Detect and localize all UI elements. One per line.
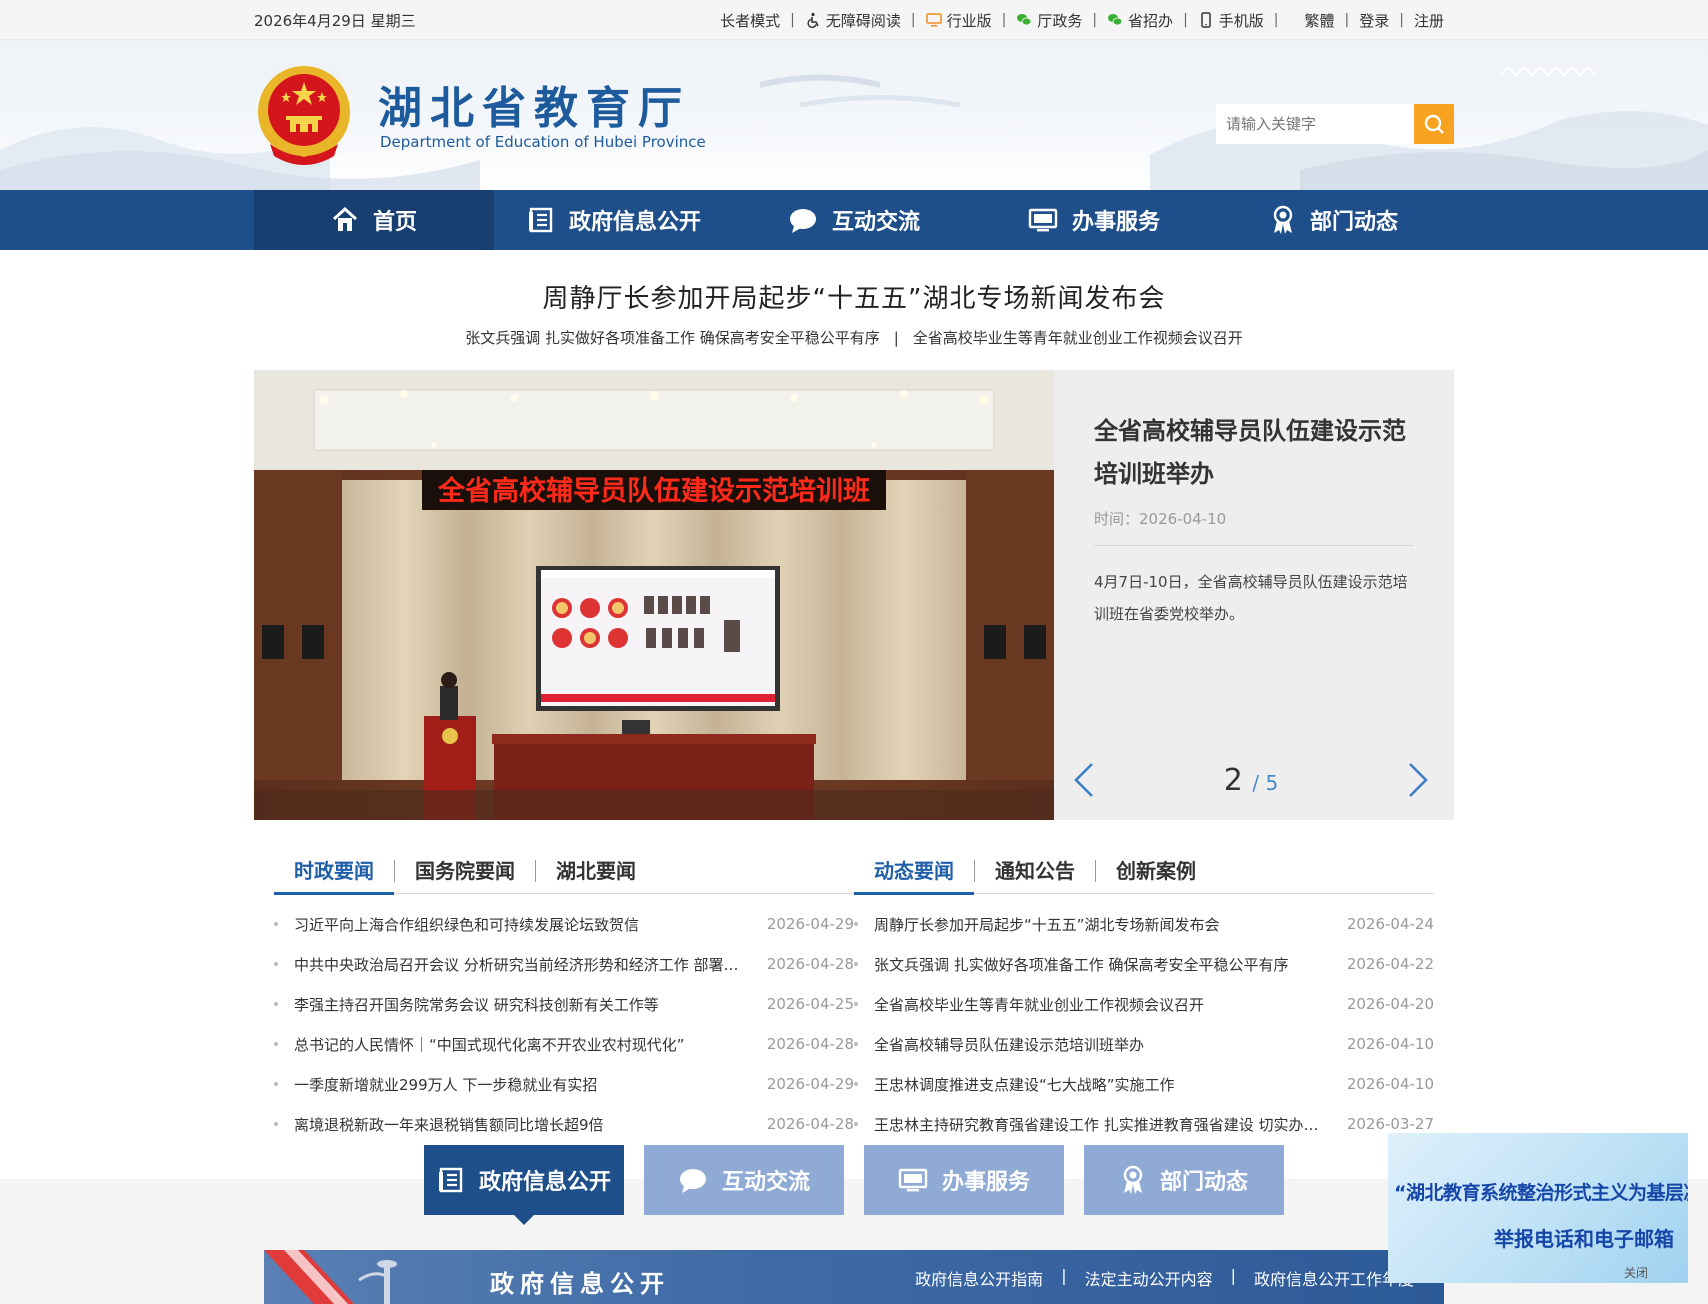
industry-version-link[interactable]: 行业版 xyxy=(916,10,1002,31)
list-item[interactable]: 总书记的人民情怀｜“中国式现代化离不开农业农村现代化” 2026-04-28 xyxy=(274,1024,854,1064)
tab-current-affairs[interactable]: 时政要闻 xyxy=(274,848,394,895)
ad-close-button[interactable]: 关闭 xyxy=(1624,1264,1648,1281)
floating-report-ad[interactable]: “湖北教育系统整治形式主义为基层减负” 举报电话和电子邮箱 关闭 xyxy=(1388,1133,1688,1283)
tab-innovation-cases[interactable]: 创新案例 xyxy=(1096,848,1216,894)
list-item[interactable]: 周静厅长参加开局起步“十五五”湖北专场新闻发布会 2026-04-24 xyxy=(854,904,1434,944)
carousel-slide-time: 时间：2026-04-10 xyxy=(1094,508,1414,546)
carousel-page-counter: 2 / 5 xyxy=(1223,762,1279,798)
traditional-chinese-link[interactable]: 繁體 xyxy=(1279,10,1345,31)
gov-info-banner: 政府信息公开 政府信息公开指南 | 法定主动公开内容 | 政府信息公开工作年度 xyxy=(264,1250,1444,1304)
nav-dept-news[interactable]: 部门动态 xyxy=(1214,190,1454,250)
carousel-slide-title[interactable]: 全省高校辅导员队伍建设示范培训班举办 xyxy=(1094,410,1414,496)
search-icon xyxy=(1424,114,1444,134)
chat-bubble-icon xyxy=(789,209,816,233)
document-list-icon xyxy=(528,207,553,233)
search-box xyxy=(1216,104,1454,144)
led-banner-text: 全省高校辅导员队伍建设示范培训班 xyxy=(437,475,870,507)
home-icon xyxy=(332,206,357,231)
list-item[interactable]: 一季度新增就业299万人 下一步稳就业有实招 2026-04-29 xyxy=(274,1064,854,1104)
computer-icon xyxy=(898,1168,928,1192)
wheelchair-icon xyxy=(807,12,819,28)
section-button-dept-news[interactable]: 部门动态 xyxy=(1084,1145,1284,1215)
monitor-icon xyxy=(925,13,942,27)
carousel-slide-description: 4月7日-10日，全省高校辅导员队伍建设示范培训班在省委党校举办。 xyxy=(1094,573,1408,623)
list-item[interactable]: 全省高校辅导员队伍建设示范培训班举办 2026-04-10 xyxy=(854,1024,1434,1064)
list-item[interactable]: 中共中央政治局召开会议 分析研究当前经济形势和经济工作 部署下半年经济工作202… xyxy=(274,944,854,984)
award-ribbon-icon xyxy=(1123,1165,1143,1194)
tab-hubei-news[interactable]: 湖北要闻 xyxy=(536,848,656,894)
tab-notices[interactable]: 通知公告 xyxy=(975,848,1095,894)
list-item[interactable]: 王忠林主持研究教育强省建设工作 扎实推进教育强省建设 切实办好人民满意的教育20… xyxy=(854,1104,1434,1144)
section-button-services[interactable]: 办事服务 xyxy=(864,1145,1064,1215)
login-link[interactable]: 登录 xyxy=(1349,10,1399,31)
carousel-slide-photo[interactable]: 全省高校辅导员队伍建设示范培训班 xyxy=(254,370,1054,820)
list-item[interactable]: 李强主持召开国务院常务会议 研究科技创新有关工作等 2026-04-25 xyxy=(274,984,854,1024)
list-item[interactable]: 张文兵强调 扎实做好各项准备工作 确保高考安全平稳公平有序 2026-04-22 xyxy=(854,944,1434,984)
nav-gov-info[interactable]: 政府信息公开 xyxy=(494,190,734,250)
section-button-gov-info[interactable]: 政府信息公开 xyxy=(424,1145,624,1225)
nav-services[interactable]: 办事服务 xyxy=(974,190,1214,250)
section-button-row: 政府信息公开 互动交流 办事服务 部门动态 xyxy=(424,1145,1284,1225)
news-column-right: 动态要闻 通知公告 创新案例 周静厅长参加开局起步“十五五”湖北专场新闻发布会 2… xyxy=(854,848,1434,1144)
news-carousel: 全省高校辅导员队伍建设示范培训班 全省高校辅导员队伍建设示范培训班举办 时间：2… xyxy=(254,370,1454,820)
carousel-info-panel: 全省高校辅导员队伍建设示范培训班举办 时间：2026-04-10 4月7日-10… xyxy=(1054,370,1454,820)
headline-sub-link-2[interactable]: 全省高校毕业生等青年就业创业工作视频会议召开 xyxy=(899,329,1257,347)
award-ribbon-icon xyxy=(1273,205,1293,234)
list-item[interactable]: 全省高校毕业生等青年就业创业工作视频会议召开 2026-04-20 xyxy=(854,984,1434,1024)
headline-sub-link-1[interactable]: 张文兵强调 扎实做好各项准备工作 确保高考安全平稳公平有序 xyxy=(451,329,894,347)
news-column-left: 时政要闻 国务院要闻 湖北要闻 习近平向上海合作组织绿色和可持续发展论坛致贺信 2… xyxy=(274,848,854,1144)
mobile-version-link[interactable]: 手机版 xyxy=(1188,10,1274,31)
banner-link-guide[interactable]: 政府信息公开指南 xyxy=(897,1266,1061,1290)
conference-hall-photo: 全省高校辅导员队伍建设示范培训班 xyxy=(254,370,1054,820)
search-input[interactable] xyxy=(1216,104,1414,144)
document-list-icon xyxy=(438,1167,463,1193)
wechat-icon xyxy=(1017,14,1032,26)
carousel-next-arrow-icon[interactable] xyxy=(1406,762,1430,798)
chat-bubble-icon xyxy=(679,1169,706,1193)
list-item[interactable]: 王忠林调度推进支点建设“七大战略”实施工作 2026-04-10 xyxy=(854,1064,1434,1104)
national-emblem-logo xyxy=(258,66,350,165)
banner-link-statutory[interactable]: 法定主动公开内容 xyxy=(1067,1266,1231,1290)
wechat-gov-link[interactable]: 厅政务 xyxy=(1006,10,1092,31)
wechat-admission-link[interactable]: 省招办 xyxy=(1097,10,1183,31)
banner-decoration xyxy=(264,1250,397,1304)
list-item[interactable]: 习近平向上海合作组织绿色和可持续发展论坛致贺信 2026-04-29 xyxy=(274,904,854,944)
wechat-icon xyxy=(1108,14,1123,26)
computer-icon xyxy=(1028,208,1058,232)
site-header: 湖北省教育厅 Department of Education of Hubei … xyxy=(0,40,1708,190)
phone-icon xyxy=(1201,12,1211,28)
elder-mode-link[interactable]: 长者模式 xyxy=(710,10,790,31)
list-item[interactable]: 离境退税新政一年来退税销售额同比增长超9倍 2026-04-28 xyxy=(274,1104,854,1144)
banner-title: 政府信息公开 xyxy=(490,1270,670,1298)
register-link[interactable]: 注册 xyxy=(1404,10,1454,31)
headline-title[interactable]: 周静厅长参加开局起步“十五五”湖北专场新闻发布会 xyxy=(0,278,1708,315)
top-bar: 2026年4月29日 星期三 长者模式 | 无障碍阅读 | 行业版 | 厅政务 … xyxy=(0,0,1708,40)
ad-headline: “湖北教育系统整治形式主义为基层减负” xyxy=(1394,1182,1688,1204)
main-nav: 首页 政府信息公开 互动交流 办事服务 部门动态 xyxy=(0,190,1708,250)
nav-interaction[interactable]: 互动交流 xyxy=(734,190,974,250)
news-section: 时政要闻 国务院要闻 湖北要闻 习近平向上海合作组织绿色和可持续发展论坛致贺信 2… xyxy=(254,848,1454,1144)
search-button[interactable] xyxy=(1414,104,1454,144)
tab-state-council[interactable]: 国务院要闻 xyxy=(395,848,535,894)
section-button-interaction[interactable]: 互动交流 xyxy=(644,1145,844,1215)
headline-block: 周静厅长参加开局起步“十五五”湖北专场新闻发布会 张文兵强调 扎实做好各项准备工… xyxy=(0,278,1708,348)
tab-dept-news[interactable]: 动态要闻 xyxy=(854,848,974,895)
site-title: 湖北省教育厅 xyxy=(378,83,690,134)
accessibility-link[interactable]: 无障碍阅读 xyxy=(795,10,911,31)
nav-home[interactable]: 首页 xyxy=(254,190,494,250)
ad-subline: 举报电话和电子邮箱 xyxy=(1494,1227,1674,1251)
current-date: 2026年4月29日 星期三 xyxy=(254,11,416,30)
carousel-prev-arrow-icon[interactable] xyxy=(1072,762,1096,798)
site-subtitle: Department of Education of Hubei Provinc… xyxy=(380,133,706,151)
